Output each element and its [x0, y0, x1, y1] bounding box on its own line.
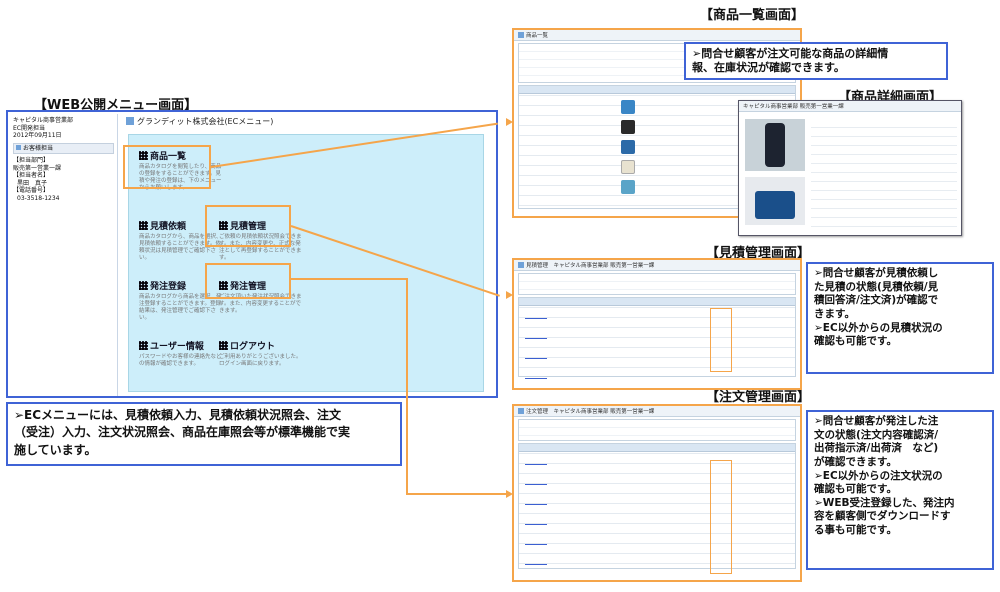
menu-item-title: 発注登録 [150, 282, 187, 292]
product-callout: ➢問合せ顧客が注文可能な商品の詳細情 報、在庫状況が確認できます。 [684, 42, 948, 80]
grid-icon [219, 341, 228, 350]
detail-image-bag [745, 177, 805, 225]
grid-icon [139, 281, 148, 290]
order-window: 注文管理 キャピタル商事営業部 販売第一営業一課 [512, 404, 802, 582]
estimate-grid-header [519, 298, 795, 306]
callout-line: た見積の状態(見積依頼/見 [814, 280, 939, 293]
menu-callout: ➢ECメニューには、見積依頼入力、見積依頼状況照会、注文 （受注）入力、注文状況… [6, 402, 402, 466]
product-image-shirt [621, 100, 635, 114]
screen: { "titles": { "menu": "【WEB公開メニュー画面】", "… [0, 0, 1000, 592]
callout-line: 確認も可能です。 [814, 335, 897, 348]
estimate-callout: ➢問合せ顧客が見積依頼し た見積の状態(見積依頼/見 積回答済/注文済)が確認で… [806, 262, 994, 374]
callout-line: きます。 [814, 307, 855, 320]
estimate-window-title: 見積管理 [526, 263, 549, 269]
grid-icon [139, 221, 148, 230]
sidebar-company: キャピタル商事営業部 [13, 117, 74, 124]
detail-image-jacket [745, 119, 805, 171]
callout-line: 報、在庫状況が確認できます。 [692, 61, 845, 75]
phone-value: 03-3518-1234 [17, 194, 60, 202]
window-square-icon [518, 262, 524, 268]
menu-item-title: ログアウト [230, 342, 276, 352]
connector-order-v [406, 278, 408, 494]
order-window-title: 注文管理 [526, 409, 549, 415]
callout-line: 確認も可能です。 [814, 483, 897, 496]
estimate-number-links[interactable] [525, 306, 547, 384]
menu-item-title: ユーザー情報 [150, 342, 204, 352]
menu-item-user-info[interactable]: ユーザー情報 パスワードやお客様の連絡先などの情報が確認できます。 [139, 341, 223, 368]
order-grid [518, 443, 796, 576]
highlight-estimate-management [205, 205, 291, 247]
estimate-grid [518, 297, 796, 384]
callout-line: 出荷指示済/出荷済 など) [814, 442, 939, 455]
order-status-highlight [710, 460, 732, 574]
customer-contact-button[interactable]: お客様担当 [13, 142, 114, 154]
callout-line: ➢WEB受注登録した、発注内 [814, 496, 955, 509]
menu-item-desc: パスワードやお客様の連絡先などの情報が確認できます。 [139, 353, 222, 367]
detail-header-text: キャピタル商事営業部 販売第一営業一課 [743, 104, 844, 110]
menu-window: キャピタル商事営業部 EC開発担当 2012年09月11日 お客様担当 【担当部… [6, 110, 498, 398]
order-grid-header [519, 444, 795, 452]
product-list-window-title: 商品一覧 [526, 33, 549, 39]
person-value: 黒田 真子 [17, 179, 48, 187]
header-square-icon [126, 117, 134, 125]
highlight-product-list [123, 145, 211, 189]
callout-line: ➢問合せ顧客が注文可能な商品の詳細情 [692, 47, 889, 60]
callout-line: る事も可能です。 [814, 524, 897, 537]
callout-line: ➢問合せ顧客が発注した注 [814, 415, 939, 427]
callout-line: が確認できます。 [814, 455, 897, 468]
detail-fields [811, 119, 957, 231]
estimate-status-highlight [710, 308, 732, 372]
phone-label: 【電話番号】 [13, 187, 50, 194]
product-image-bag2 [621, 180, 635, 194]
detail-titlebar: キャピタル商事営業部 販売第一営業一課 [739, 101, 961, 112]
order-callout: ➢問合せ顧客が発注した注 文の状態(注文内容確認済/ 出荷指示済/出荷済 など)… [806, 410, 994, 570]
sidebar-date: 2012年09月11日 [13, 132, 62, 139]
product-image-bag [621, 140, 635, 154]
menu-item-desc: ご利用ありがとうございました。ログイン画面に戻ります。 [219, 353, 302, 367]
callout-line: ➢EC以外からの注文状況の [814, 469, 943, 482]
window-square-icon [518, 408, 524, 414]
callout-line: 施しています。 [14, 442, 97, 457]
order-number-links[interactable] [525, 452, 547, 576]
callout-line: 容を顧客側でダウンロードす [814, 510, 951, 523]
window-square-icon [518, 32, 524, 38]
callout-line: ➢EC以外からの見積状況の [814, 321, 943, 334]
person-label: 【担当者名】 [13, 172, 50, 179]
estimate-search-form[interactable] [518, 273, 796, 295]
estimate-window: 見積管理 キャピタル商事営業部 販売第一営業一課 [512, 258, 802, 390]
grid-icon [139, 341, 148, 350]
connector-order-h2 [406, 493, 510, 495]
contact-button-label: お客様担当 [23, 144, 54, 152]
order-titlebar: 注文管理 キャピタル商事営業部 販売第一営業一課 [514, 406, 800, 417]
jacket-shape [765, 123, 785, 167]
product-grid-header [519, 86, 795, 94]
product-list-title: 【商品一覧画面】 [700, 8, 805, 23]
order-header-text: キャピタル商事営業部 販売第一営業一課 [553, 409, 655, 415]
contact-icon [16, 144, 21, 150]
order-search-form[interactable] [518, 419, 796, 441]
menu-sidebar: キャピタル商事営業部 EC開発担当 2012年09月11日 お客様担当 【担当部… [10, 114, 118, 396]
callout-line: 積回答済/注文済)が確認で [814, 294, 939, 307]
callout-line: （受注）入力、注文状況照会、商品在庫照会等が標準機能で実 [14, 425, 351, 440]
menu-item-title: 見積依頼 [150, 222, 187, 232]
callout-line: 文の状態(注文内容確認済/ [814, 428, 939, 441]
menu-item-logout[interactable]: ログアウト ご利用ありがとうございました。ログイン画面に戻ります。 [219, 341, 303, 368]
product-list-titlebar: 商品一覧 [514, 30, 800, 41]
connector-order-h1 [291, 278, 408, 280]
product-image-jacket [621, 120, 635, 134]
highlight-order-management [205, 263, 291, 299]
bag-shape [755, 191, 795, 219]
estimate-header-text: キャピタル商事営業部 販売第一営業一課 [553, 263, 655, 269]
dept-value: 販売第一営業一課 [13, 164, 62, 172]
sidebar-sub: EC開発担当 [13, 124, 45, 132]
callout-line: ➢問合せ顧客が見積依頼し [814, 267, 939, 279]
menu-header-text: グランディット株式会社(ECメニュー) [137, 117, 274, 126]
callout-line: ➢ECメニューには、見積依頼入力、見積依頼状況照会、注文 [14, 408, 342, 422]
estimate-titlebar: 見積管理 キャピタル商事営業部 販売第一営業一課 [514, 260, 800, 271]
product-image-item [621, 160, 635, 174]
menu-header: グランディット株式会社(ECメニュー) [120, 114, 496, 128]
dept-label: 【担当部門】 [13, 157, 50, 164]
product-detail-window: キャピタル商事営業部 販売第一営業一課 [738, 100, 962, 236]
